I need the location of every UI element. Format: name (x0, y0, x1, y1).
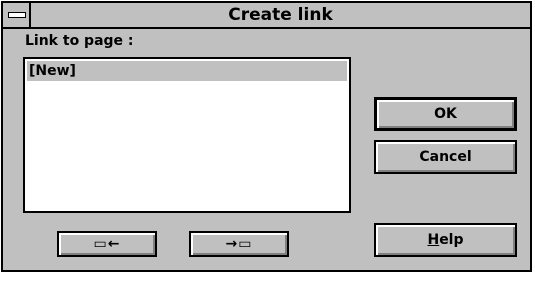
ok-button[interactable]: OK (374, 97, 517, 131)
help-button-label: Help (427, 232, 463, 248)
help-button[interactable]: Help (374, 223, 517, 257)
cancel-button-label: Cancel (419, 149, 472, 165)
system-menu-button[interactable] (3, 3, 31, 27)
link-backward-icon: ▭← (93, 236, 121, 252)
list-item-new[interactable]: [New] (27, 61, 347, 81)
cancel-button[interactable]: Cancel (374, 140, 517, 174)
link-forward-icon: →▭ (225, 236, 253, 252)
ok-button-label: OK (434, 106, 457, 122)
system-menu-icon (8, 12, 26, 18)
page-listbox[interactable]: [New] (23, 57, 351, 213)
help-rest: elp (439, 232, 464, 248)
link-backward-button[interactable]: ▭← (57, 231, 157, 257)
link-to-page-label: Link to page : (25, 33, 134, 49)
create-link-dialog: Create link Link to page : [New] OK Canc… (1, 1, 532, 272)
window-title: Create link (228, 5, 333, 25)
link-forward-button[interactable]: →▭ (189, 231, 289, 257)
help-mnemonic: H (427, 232, 440, 248)
title-bar: Create link (3, 3, 530, 29)
